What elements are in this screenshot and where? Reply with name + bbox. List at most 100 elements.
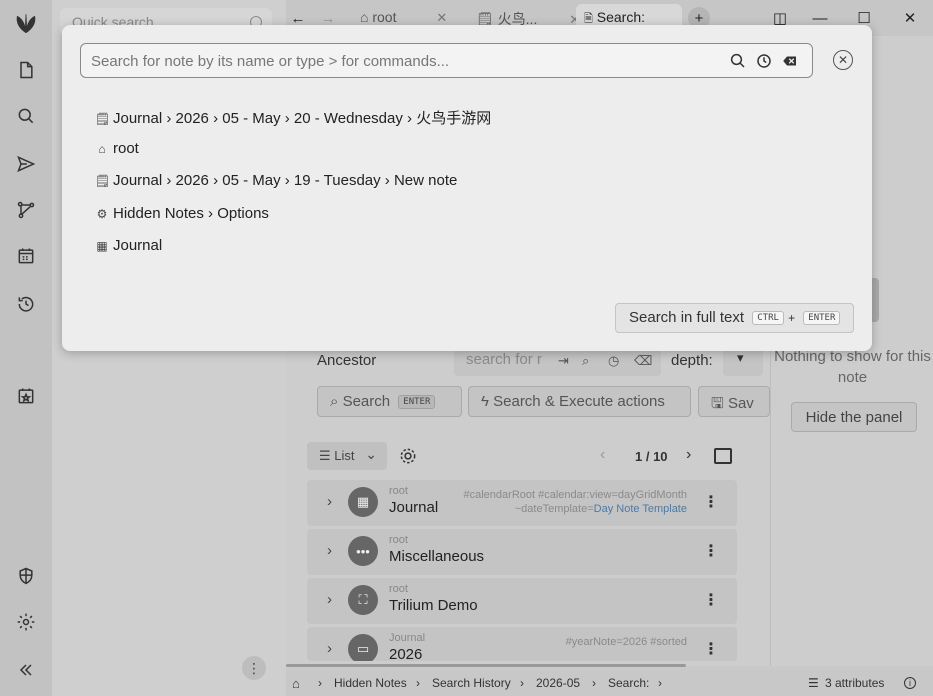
- search-full-text-button[interactable]: Search in full text CTRL + ENTER: [615, 303, 854, 333]
- note-title[interactable]: 2026: [389, 646, 422, 661]
- jump-search-field[interactable]: [80, 43, 813, 78]
- clear-input-icon[interactable]: [781, 52, 799, 70]
- plus-sign: +: [788, 311, 796, 325]
- more-menu-icon[interactable]: ⋮: [703, 492, 719, 512]
- more-menu-icon[interactable]: ⋮: [703, 639, 719, 659]
- enter-key-hint: ENTER: [398, 395, 436, 410]
- tab-label: Search:: [596, 9, 645, 25]
- tree-menu-icon[interactable]: ⋮: [242, 656, 266, 680]
- home-icon: ⌂: [360, 9, 369, 25]
- today-calendar-icon[interactable]: [12, 382, 40, 410]
- status-bar: ⌂ › Hidden Notes › Search History › 2026…: [286, 670, 933, 696]
- search-result-item[interactable]: 🗒 Journal › 2026 › 05 - May › 20 - Wednes…: [95, 107, 491, 128]
- settings-gear-icon[interactable]: [12, 608, 40, 636]
- template-link[interactable]: Day Note Template: [594, 503, 687, 515]
- list-item[interactable]: › ••• root Miscellaneous ⋮: [307, 529, 737, 575]
- search-result-item[interactable]: 🗒 Journal › 2026 › 05 - May › 19 - Tuesda…: [95, 172, 457, 189]
- breadcrumb-item[interactable]: Search History: [432, 676, 511, 690]
- list-item[interactable]: › ▭ Journal 2026 #yearNote=2026 #sorted …: [307, 627, 737, 661]
- note-title[interactable]: Trilium Demo: [389, 597, 478, 614]
- previous-page-icon[interactable]: ‹: [600, 446, 605, 464]
- history-icon[interactable]: [755, 52, 773, 70]
- search-icon[interactable]: [12, 102, 40, 130]
- history-icon[interactable]: ◷: [608, 353, 619, 369]
- gear-icon: ⚙: [96, 207, 108, 221]
- send-icon[interactable]: [12, 150, 40, 178]
- view-type-select[interactable]: ☰ List ⌄: [307, 442, 387, 470]
- lightning-icon: ϟ: [481, 393, 489, 410]
- note-title[interactable]: Journal: [389, 499, 438, 516]
- search-result-item[interactable]: ⚙ Hidden Notes › Options: [95, 205, 269, 222]
- enter-key-hint: ENTER: [803, 311, 841, 326]
- result-path: Journal › 2026 › 05 - May › 19 - Tuesday…: [113, 172, 458, 189]
- chevron-right-icon: ›: [592, 676, 596, 690]
- note-map-icon[interactable]: [12, 196, 40, 224]
- attributes-icon: ☰: [808, 676, 819, 690]
- save-button-label: Sav: [727, 395, 754, 412]
- jump-to-note-dialog: ✕ 🗒Journal › 2026 › 05 - May › 20 - Wedn…: [62, 25, 872, 351]
- expand-chevron-icon[interactable]: ›: [327, 591, 332, 608]
- close-window-icon[interactable]: ✕: [898, 6, 922, 30]
- list-item[interactable]: › ▦ root Journal #calendarRoot #calendar…: [307, 480, 737, 526]
- home-icon: ⌂: [98, 142, 106, 156]
- chevron-right-icon: ›: [416, 676, 420, 690]
- note-title[interactable]: Miscellaneous: [389, 548, 484, 565]
- close-dialog-icon[interactable]: ✕: [833, 50, 853, 70]
- breadcrumb-item[interactable]: 2026-05: [536, 676, 580, 690]
- next-page-icon[interactable]: ›: [686, 446, 691, 464]
- save-button[interactable]: 🖫 Sav: [698, 386, 770, 417]
- chevron-right-icon: ›: [318, 676, 322, 690]
- collapse-sidebar-icon[interactable]: [12, 656, 40, 684]
- search-button[interactable]: ⌕ Search ENTER: [317, 386, 462, 417]
- list-item[interactable]: › ⛶ root Trilium Demo ⋮: [307, 578, 737, 624]
- new-note-icon[interactable]: [12, 56, 40, 84]
- search-icon[interactable]: ⌕: [582, 353, 589, 369]
- attr-line: ~dateTemplate=: [514, 503, 594, 515]
- expand-chevron-icon[interactable]: ›: [327, 493, 332, 510]
- save-icon: 🖫: [711, 395, 724, 412]
- search-icon[interactable]: [729, 52, 747, 70]
- close-icon[interactable]: ✕: [436, 10, 447, 25]
- note-parent: root: [389, 583, 408, 595]
- home-icon[interactable]: ⌂: [292, 676, 300, 691]
- search-result-item[interactable]: ▦ Journal: [95, 237, 162, 254]
- search-execute-button[interactable]: ϟ Search & Execute actions: [468, 386, 691, 417]
- more-menu-icon[interactable]: ⋮: [703, 590, 719, 610]
- horizontal-scrollbar[interactable]: [286, 664, 686, 667]
- result-path: root: [113, 140, 139, 157]
- result-path: Journal: [113, 237, 163, 254]
- right-panel-empty-text: Nothing to show for this note: [774, 348, 931, 386]
- hide-panel-button[interactable]: Hide the panel: [791, 402, 917, 432]
- calendar-icon: ▦: [348, 487, 378, 517]
- jump-icon[interactable]: ⇥: [558, 353, 569, 369]
- expand-chevron-icon[interactable]: ›: [327, 640, 332, 657]
- launcher-bar: [0, 0, 52, 696]
- attributes-count[interactable]: 3 attributes: [825, 676, 884, 690]
- note-attributes: #yearNote=2026 #sorted: [565, 636, 687, 648]
- expand-chevron-icon[interactable]: ›: [327, 542, 332, 559]
- open-collection-icon[interactable]: [714, 448, 732, 464]
- view-settings-gear-icon[interactable]: [398, 446, 418, 466]
- app-logo-icon[interactable]: [12, 10, 40, 38]
- search-result-item[interactable]: ⌂ root: [95, 140, 139, 157]
- tab-label: root: [372, 9, 397, 25]
- depth-label: depth:: [671, 352, 713, 369]
- info-icon[interactable]: i: [904, 677, 916, 689]
- history-icon[interactable]: [12, 290, 40, 318]
- jump-search-input[interactable]: [91, 50, 721, 72]
- list-icon: ☰: [319, 448, 331, 463]
- view-type-label: List: [334, 448, 355, 463]
- note-parent: root: [389, 485, 408, 497]
- clear-icon[interactable]: ⌫: [634, 353, 652, 369]
- protected-session-icon[interactable]: [12, 562, 40, 590]
- fulltext-label: Search in full text: [629, 309, 745, 326]
- calendar-icon[interactable]: [12, 242, 40, 270]
- breadcrumb-item[interactable]: Hidden Notes: [334, 676, 407, 690]
- ancestor-placeholder: search for r: [466, 351, 542, 368]
- search-button-label: Search: [342, 393, 391, 410]
- calendar-icon: ▦: [96, 239, 108, 253]
- more-menu-icon[interactable]: ⋮: [703, 541, 719, 561]
- breadcrumb-item[interactable]: Search:: [608, 676, 649, 690]
- note-icon: 🗒: [95, 174, 111, 188]
- chevron-right-icon: ›: [520, 676, 524, 690]
